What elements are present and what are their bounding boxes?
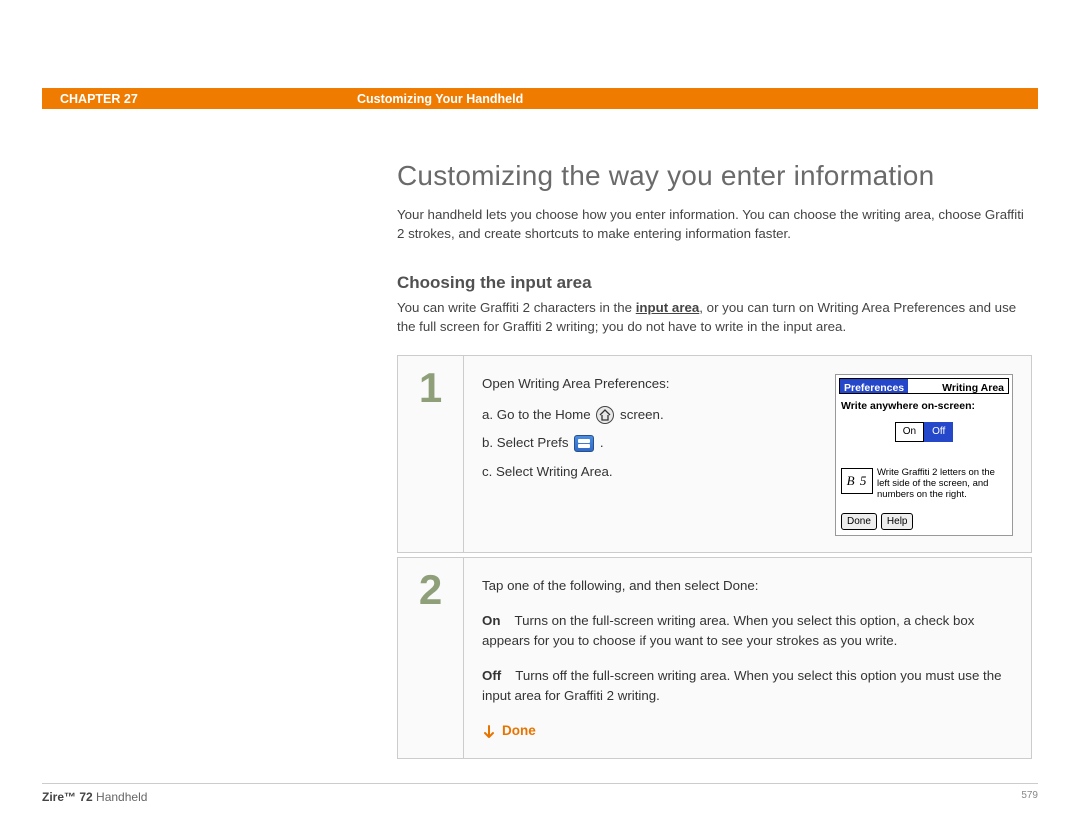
device-tab-preferences: Preferences bbox=[840, 379, 908, 393]
substep-a: a. Go to the Home screen. bbox=[482, 405, 815, 426]
device-help-button: Help bbox=[881, 513, 914, 531]
step-1-box: 1 Open Writing Area Preferences: a. Go t… bbox=[397, 355, 1032, 553]
step-number: 1 bbox=[398, 356, 464, 552]
device-toggle: On Off bbox=[839, 422, 1009, 442]
section-intro: You can write Graffiti 2 characters in t… bbox=[397, 299, 1032, 337]
page-number: 579 bbox=[1021, 790, 1038, 804]
page-footer: Zire™ 72 Handheld 579 bbox=[42, 783, 1038, 804]
device-subtitle: Write anywhere on-screen: bbox=[841, 398, 1007, 414]
done-marker: Done bbox=[482, 721, 1013, 742]
step-2-lead: Tap one of the following, and then selec… bbox=[482, 576, 1013, 597]
product-name: Zire™ 72 Handheld bbox=[42, 790, 147, 804]
step-2-box: 2 Tap one of the following, and then sel… bbox=[397, 557, 1032, 759]
substep-c: c. Select Writing Area. bbox=[482, 462, 815, 483]
page-title: Customizing the way you enter informatio… bbox=[397, 160, 1032, 192]
step-number: 2 bbox=[398, 558, 464, 758]
step-2-text: Tap one of the following, and then selec… bbox=[464, 558, 1031, 758]
intro-paragraph: Your handheld lets you choose how you en… bbox=[397, 206, 1032, 243]
step-1-lead: Open Writing Area Preferences: bbox=[482, 374, 815, 395]
page-content: Customizing the way you enter informatio… bbox=[397, 160, 1032, 763]
section-heading: Choosing the input area bbox=[397, 273, 1032, 293]
chapter-header-bar: CHAPTER 27 Customizing Your Handheld bbox=[42, 88, 1038, 109]
prefs-icon bbox=[574, 435, 594, 452]
device-glyph-box: B 5 bbox=[841, 468, 873, 494]
device-tab-writing-area: Writing Area bbox=[908, 379, 1008, 393]
device-screenshot: Preferences Writing Area Write anywhere … bbox=[835, 374, 1013, 536]
home-icon bbox=[596, 406, 614, 424]
option-on: OnTurns on the full-screen writing area.… bbox=[482, 611, 1013, 652]
option-off: OffTurns off the full-screen writing are… bbox=[482, 666, 1013, 707]
chapter-label: CHAPTER 27 bbox=[42, 92, 357, 106]
chapter-title: Customizing Your Handheld bbox=[357, 92, 523, 106]
device-done-button: Done bbox=[841, 513, 877, 531]
input-area-link[interactable]: input area bbox=[636, 300, 700, 315]
substep-b: b. Select Prefs . bbox=[482, 433, 815, 454]
device-info-text: Write Graffiti 2 letters on the left sid… bbox=[877, 468, 1007, 501]
device-toggle-on: On bbox=[895, 422, 924, 442]
step-1-text: Open Writing Area Preferences: a. Go to … bbox=[482, 374, 815, 536]
device-toggle-off: Off bbox=[924, 422, 953, 442]
down-arrow-icon bbox=[482, 725, 496, 739]
